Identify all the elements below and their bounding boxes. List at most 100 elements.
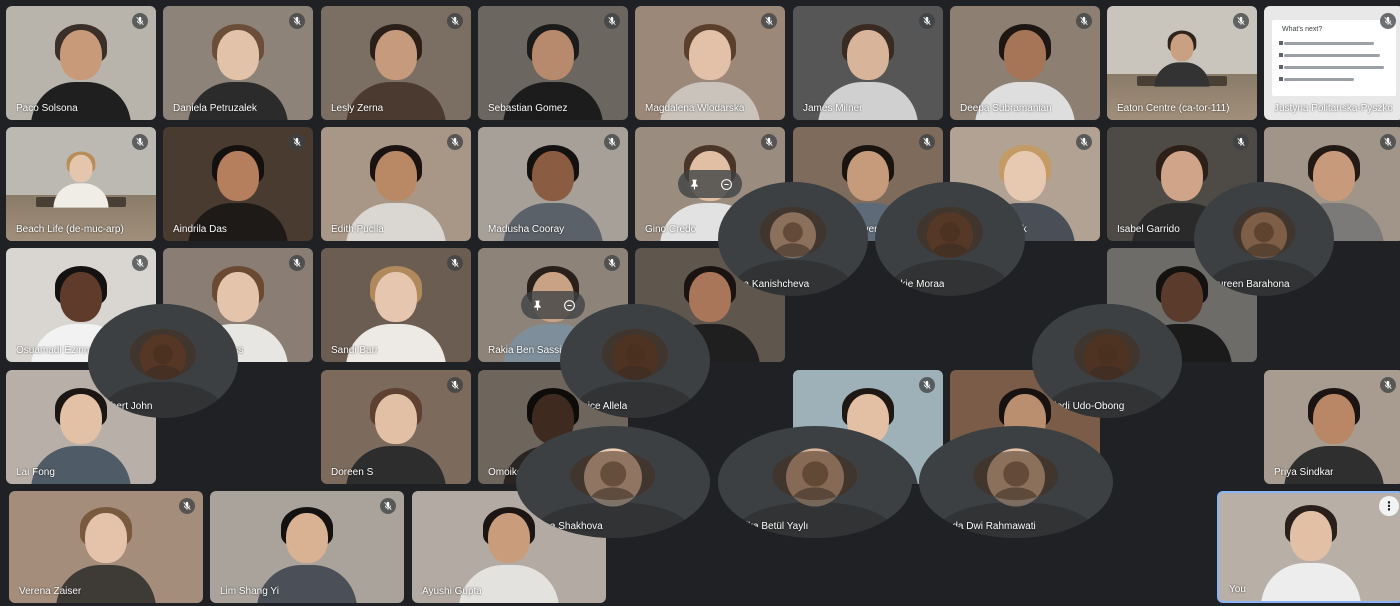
mic-off-icon (1089, 433, 1105, 450)
participant-name: Jackie Moraa (885, 278, 945, 290)
mic-off-icon (1001, 188, 1017, 205)
mic-off-icon (447, 255, 463, 271)
participant-name: Robert John (98, 400, 153, 412)
participant-tile-sebastian-gomez[interactable]: Sebastian Gomez (478, 6, 628, 120)
mic-off-icon (1076, 134, 1092, 150)
participant-tile-edith-puclla[interactable]: Edith Puclla (321, 127, 471, 241)
mic-off-icon (1380, 377, 1396, 393)
participant-tile-s-ahika-betu-l-yayl[interactable]: Şahika Betül Yaylı (718, 426, 912, 539)
participant-tile-priya-sindkar[interactable]: Priya Sindkar (1264, 370, 1400, 484)
participant-video (52, 150, 109, 208)
participant-name: Daniela Petruzalek (173, 103, 257, 114)
mic-off-icon (214, 310, 230, 327)
mic-off-icon (1233, 13, 1249, 29)
slide-bullet (1279, 53, 1380, 57)
participant-name: Gino Credo (645, 224, 697, 235)
tile-hover-controls (678, 170, 742, 198)
mic-off-icon (888, 433, 904, 450)
participant-name: Maureen Barahona (1204, 278, 1290, 290)
participant-name: Olga Kanishcheva (728, 278, 810, 290)
remove-icon[interactable] (710, 170, 742, 198)
pin-icon[interactable] (521, 291, 553, 319)
participant-tile-james-milner[interactable]: James Milner (793, 6, 943, 120)
mic-off-icon (1380, 134, 1396, 150)
avatar (786, 448, 844, 507)
mic-off-icon (1076, 13, 1092, 29)
participant-name: You (1229, 584, 1246, 595)
participant-tile-deepa-subramanian[interactable]: Deepa Subramanian (950, 6, 1100, 120)
mic-off-icon (289, 255, 305, 271)
participant-name: James Milner (803, 103, 863, 114)
participant-tile-olga-kanishcheva[interactable]: Olga Kanishcheva (718, 181, 868, 296)
participant-tile-eaton-centre-ca-tor-111[interactable]: Eaton Centre (ca-tor-111) (1107, 6, 1257, 120)
mic-off-icon (761, 134, 777, 150)
participant-name: Osuamadi Ezinne (16, 345, 95, 356)
participant-name: Paco Solsona (16, 103, 78, 114)
participant-tile-eunice-allela[interactable]: Eunice Allela (560, 303, 710, 418)
participant-tile-jackie-moraa[interactable]: Jackie Moraa (875, 181, 1025, 296)
mic-off-icon (132, 13, 148, 29)
mic-off-icon (919, 377, 935, 393)
mic-off-icon (1380, 13, 1396, 29)
participant-name: Edith Puclla (331, 224, 384, 235)
avatar (987, 448, 1045, 507)
remove-icon[interactable] (553, 291, 585, 319)
slide-bullet (1279, 77, 1354, 81)
more-options-button[interactable]: ⋮ (1379, 496, 1399, 516)
mic-off-icon (844, 188, 860, 205)
participant-tile-doreen-s[interactable]: Doreen S (321, 370, 471, 484)
presentation-slide: What's next? (1272, 20, 1396, 96)
participant-video (1259, 503, 1363, 601)
participant-name: Verena Zaiser (19, 586, 82, 597)
participant-tile-verena-zaiser[interactable]: Verena Zaiser (9, 491, 203, 603)
participant-name: Rakia Ben Sassi (488, 345, 562, 356)
participant-tile-paco-solsona[interactable]: Paco Solsona (6, 6, 156, 120)
participant-tile-madusha-cooray[interactable]: Madusha Cooray (478, 127, 628, 241)
mic-off-icon (447, 134, 463, 150)
participant-tile-beach-life-de-muc-arp[interactable]: Beach Life (de-muc-arp) (6, 127, 156, 241)
mic-off-icon (179, 498, 195, 514)
participant-tile-ananda-dwi-rahmawati[interactable]: Ananda Dwi Rahmawati (919, 426, 1113, 539)
mic-off-icon (761, 13, 777, 29)
participant-tile-daniela-petruzalek[interactable]: Daniela Petruzalek (163, 6, 313, 120)
avatar (927, 212, 973, 259)
participant-name: Sandi Barr (331, 345, 379, 356)
participant-tile-robert-john[interactable]: Robert John (88, 303, 238, 418)
participant-tile-justyna-politanska-pyszko[interactable]: What's next? Justyna Politanska-Pyszko (1264, 6, 1400, 120)
participant-tile-lim-shang-yi[interactable]: Lim Shang Yi (210, 491, 404, 603)
participant-tile-magdalena-wlodarska[interactable]: Magdalena Wlodarska (635, 6, 785, 120)
participant-tile-nonna-shakhova[interactable]: Nonna Shakhova (516, 426, 710, 539)
mic-off-icon (289, 13, 305, 29)
mic-off-icon (447, 377, 463, 393)
participant-name: Eunice Allela (570, 400, 628, 412)
participant-tile-maureen-barahona[interactable]: Maureen Barahona (1194, 181, 1334, 296)
participant-name: Ananda Dwi Rahmawati (929, 521, 1036, 533)
avatar (1241, 212, 1287, 259)
participant-tile-lesly-zerna[interactable]: Lesly Zerna (321, 6, 471, 120)
avatar (584, 448, 642, 507)
mic-off-icon (604, 13, 620, 29)
participant-name: Beach Life (de-muc-arp) (16, 224, 124, 235)
participant-tile-sandi-barr[interactable]: Sandi Barr (321, 248, 471, 362)
participant-name: Nonna Shakhova (526, 521, 603, 533)
mic-off-icon (132, 134, 148, 150)
participant-tile-aniedi-udo-obong[interactable]: Aniedi Udo-Obong (1032, 303, 1182, 418)
participant-name: Deepa Subramanian (960, 103, 1052, 114)
slide-bullet (1279, 65, 1384, 69)
self-video-tile[interactable]: ⋮ You (1217, 491, 1400, 603)
mic-off-icon (919, 13, 935, 29)
mic-off-icon (380, 498, 396, 514)
mic-off-icon (686, 433, 702, 450)
participant-tile-aindrila-das[interactable]: Aindrila Das (163, 127, 313, 241)
participant-name: Priya Sindkar (1274, 467, 1334, 478)
mic-off-icon (686, 310, 702, 327)
tile-hover-controls (521, 291, 585, 319)
pin-icon[interactable] (678, 170, 710, 198)
participant-name: Lim Shang Yi (220, 586, 279, 597)
participant-name: Eaton Centre (ca-tor-111) (1117, 103, 1230, 114)
participant-name: Isabel Garrido (1117, 224, 1180, 235)
participant-name: Aniedi Udo-Obong (1042, 400, 1125, 412)
participant-name: Justyna Politanska-Pyszko (1274, 103, 1393, 114)
avatar (140, 334, 186, 381)
participant-name: Aindrila Das (173, 224, 227, 235)
